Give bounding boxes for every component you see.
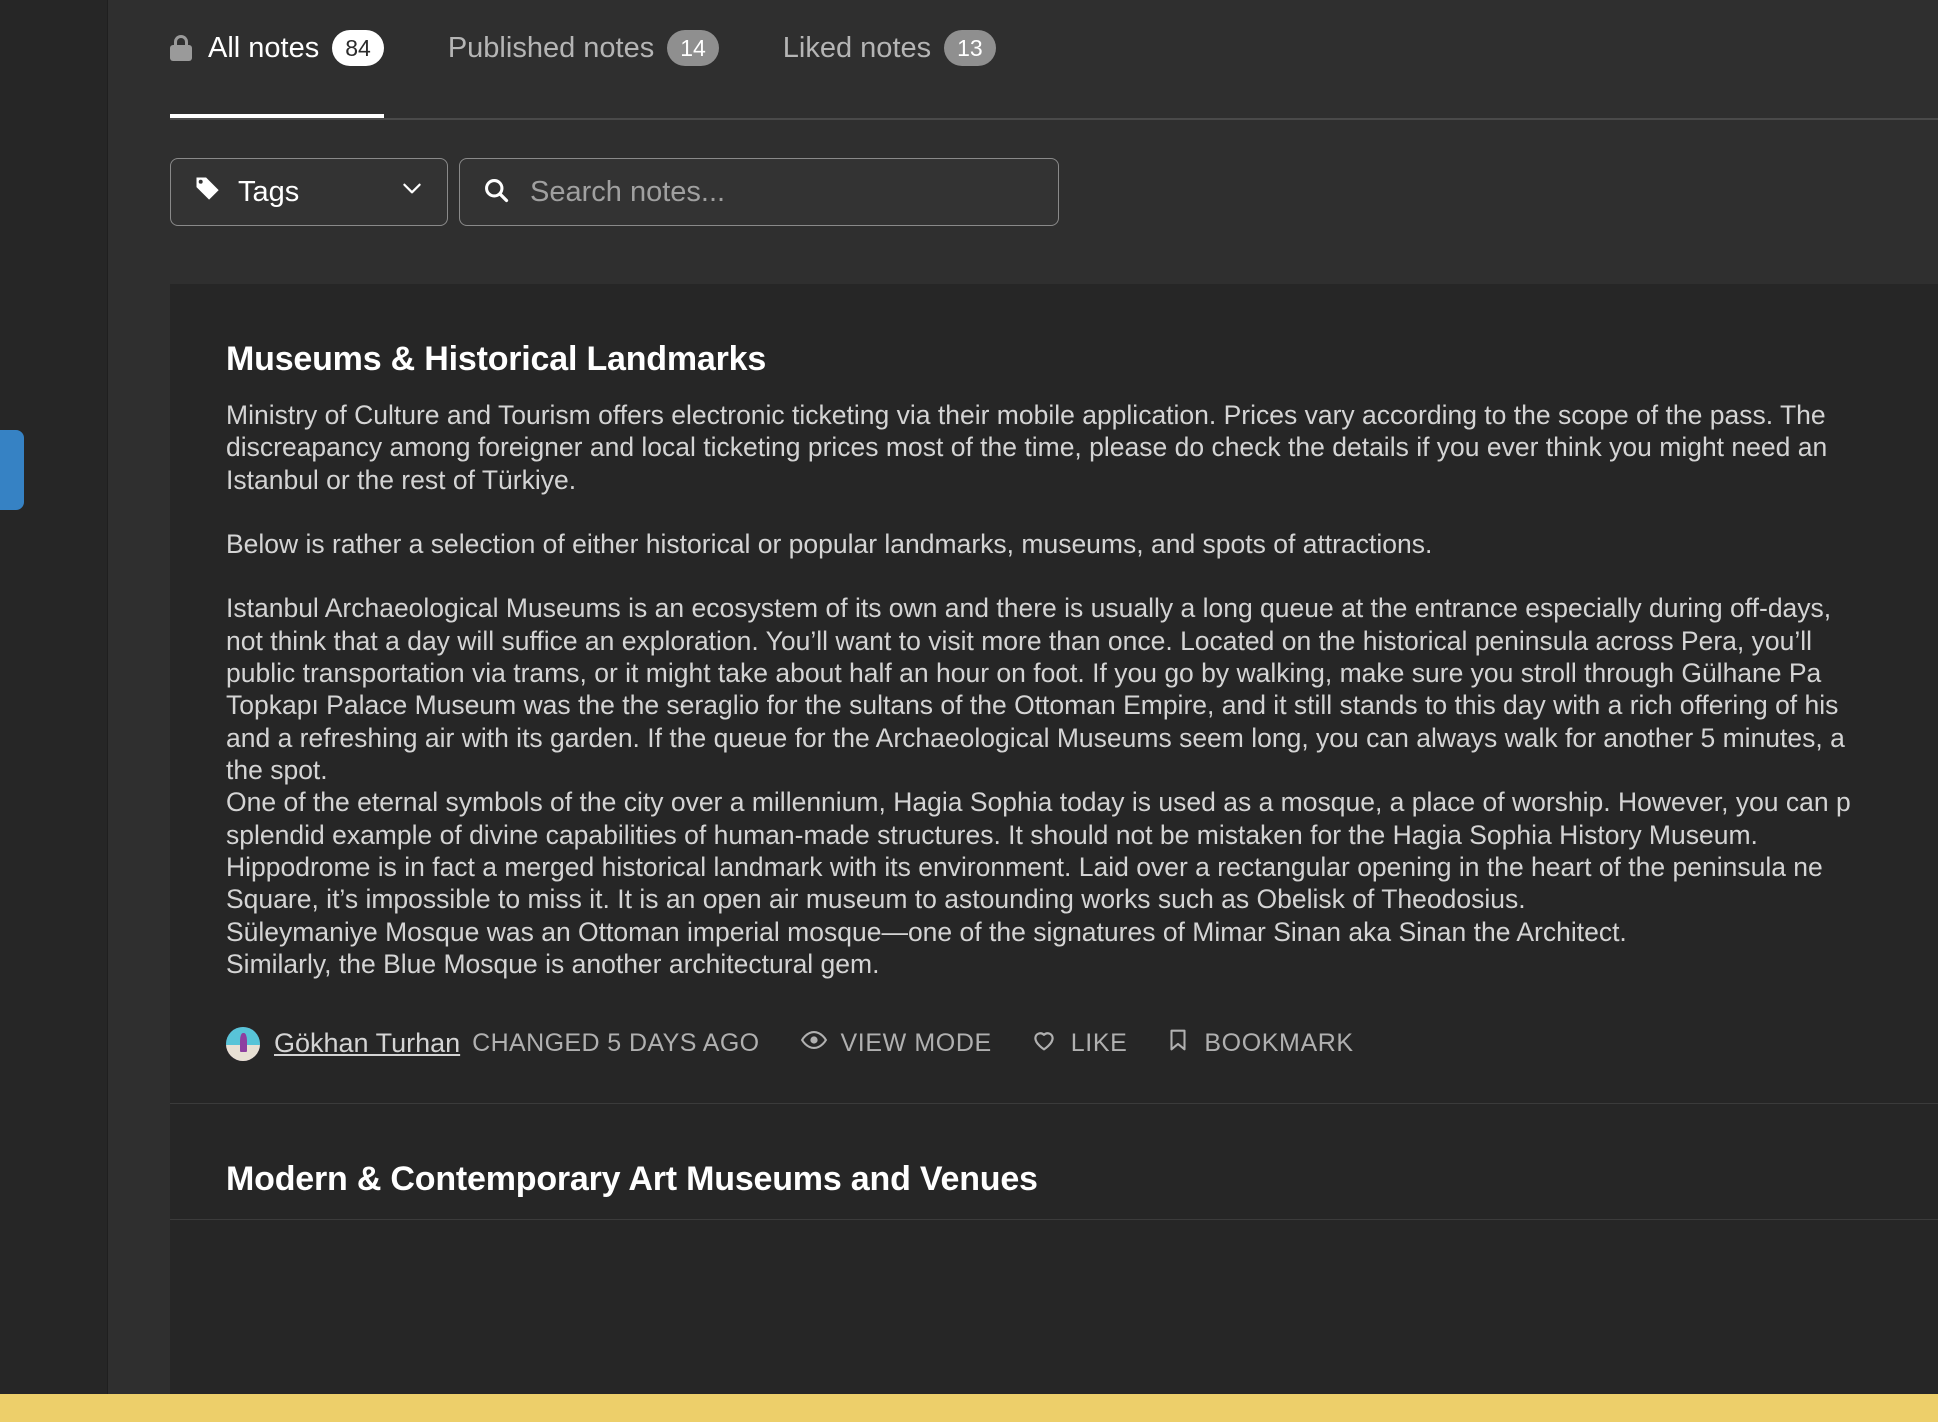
tab-bar: All notes 84 Published notes 14 Liked no… bbox=[108, 0, 1938, 120]
notes-list: Museums & Historical Landmarks Ministry … bbox=[170, 284, 1938, 1422]
bottom-status-bar bbox=[0, 1394, 1938, 1422]
note-line: Istanbul Archaeological Museums is an ec… bbox=[226, 593, 1832, 624]
heart-icon bbox=[1030, 1026, 1058, 1061]
note-line: Istanbul or the rest of Türkiye. bbox=[226, 464, 577, 495]
tag-icon bbox=[193, 174, 221, 210]
view-mode-button[interactable]: VIEW MODE bbox=[800, 1026, 992, 1061]
tab-liked-notes[interactable]: Liked notes 13 bbox=[783, 0, 1029, 118]
like-button[interactable]: LIKE bbox=[1030, 1026, 1128, 1061]
note-line: Square, it’s impossible to miss it. It i… bbox=[226, 884, 1526, 915]
note-line: Below is rather a selection of either hi… bbox=[226, 528, 1433, 559]
tab-all-notes[interactable]: All notes 84 bbox=[170, 0, 417, 118]
author-link[interactable]: Gökhan Turhan bbox=[274, 1028, 460, 1059]
bookmark-button[interactable]: BOOKMARK bbox=[1165, 1027, 1353, 1060]
note-card[interactable]: Museums & Historical Landmarks Ministry … bbox=[170, 284, 1938, 1105]
tab-all-notes-label: All notes bbox=[208, 31, 320, 64]
lock-icon bbox=[170, 35, 192, 61]
tab-liked-notes-count: 13 bbox=[944, 30, 996, 66]
note-line: public transportation via trams, or it m… bbox=[226, 657, 1822, 688]
tab-published-notes[interactable]: Published notes 14 bbox=[448, 0, 752, 118]
note-line: One of the eternal symbols of the city o… bbox=[226, 787, 1851, 818]
app-root: al All notes 84 Published notes 14 bbox=[0, 0, 1938, 1422]
note-title: Modern & Contemporary Art Museums and Ve… bbox=[226, 1160, 1038, 1199]
changed-timestamp: CHANGED 5 DAYS AGO bbox=[472, 1029, 760, 1058]
note-line: not think that a day will suffice an exp… bbox=[226, 625, 1813, 656]
bookmark-icon bbox=[1165, 1027, 1191, 1060]
search-input[interactable] bbox=[530, 175, 1036, 209]
tab-bar-divider bbox=[170, 118, 1938, 120]
bookmark-label: BOOKMARK bbox=[1204, 1029, 1354, 1058]
view-mode-label: VIEW MODE bbox=[840, 1029, 992, 1058]
tab-liked-notes-label: Liked notes bbox=[782, 31, 932, 64]
note-line: Similarly, the Blue Mosque is another ar… bbox=[226, 948, 880, 979]
tab-published-notes-label: Published notes bbox=[447, 31, 655, 64]
main-content: All notes 84 Published notes 14 Liked no… bbox=[108, 0, 1938, 1422]
note-line: the spot. bbox=[226, 754, 328, 785]
search-box[interactable] bbox=[459, 158, 1059, 226]
tab-published-notes-count: 14 bbox=[667, 30, 719, 66]
tab-all-notes-count: 84 bbox=[332, 30, 384, 66]
note-line: and a refreshing air with its garden. If… bbox=[226, 722, 1845, 753]
note-line: Hippodrome is in fact a merged historica… bbox=[226, 851, 1823, 882]
eye-icon bbox=[800, 1026, 828, 1061]
tags-dropdown-label: Tags bbox=[238, 175, 300, 208]
note-body: Ministry of Culture and Tourism offers e… bbox=[226, 399, 1938, 980]
note-line: Süleymaniye Mosque was an Ottoman imperi… bbox=[226, 916, 1627, 947]
search-icon bbox=[482, 176, 510, 209]
note-title: Museums & Historical Landmarks bbox=[226, 340, 767, 378]
filter-row: Tags bbox=[108, 120, 1938, 226]
tags-dropdown[interactable]: Tags bbox=[170, 158, 448, 226]
note-line: Topkapı Palace Museum was the the seragl… bbox=[226, 690, 1839, 721]
new-note-button[interactable] bbox=[0, 430, 24, 510]
like-label: LIKE bbox=[1070, 1029, 1128, 1058]
note-line: splendid example of divine capabilities … bbox=[226, 819, 1758, 850]
sidebar: al bbox=[0, 0, 108, 1422]
note-line: discreapancy among foreigner and local t… bbox=[226, 432, 1828, 463]
avatar bbox=[226, 1026, 260, 1061]
chevron-down-icon bbox=[399, 175, 425, 209]
note-footer: Gökhan Turhan CHANGED 5 DAYS AGO VIEW MO… bbox=[226, 980, 1938, 1103]
note-line: Ministry of Culture and Tourism offers e… bbox=[226, 400, 1826, 430]
note-card[interactable]: Modern & Contemporary Art Museums and Ve… bbox=[170, 1104, 1938, 1221]
